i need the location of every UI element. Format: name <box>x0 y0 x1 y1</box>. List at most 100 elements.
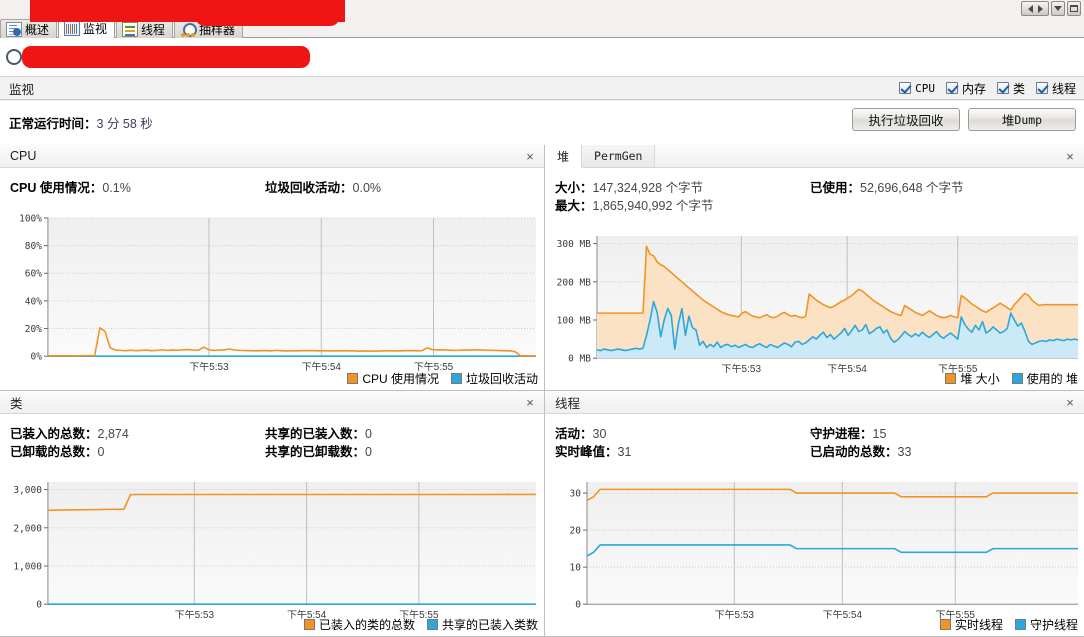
stat-classes-shared-unloaded-label: 共享的已卸载数： <box>265 445 366 459</box>
stat-classes-loaded-total-label: 已装入的总数： <box>10 427 98 441</box>
monitor-icon <box>64 21 81 36</box>
redaction-mark-title <box>22 46 310 68</box>
stat-threads-started-total-value: 33 <box>897 445 912 459</box>
svg-text:2,000: 2,000 <box>13 523 42 534</box>
chart-cpu: 0% 20% 40% 60% 80% 100% 下午5:53 下午5:54 下午5:55 CPU… <box>0 212 544 390</box>
svg-text:30: 30 <box>570 489 582 500</box>
svg-text:0: 0 <box>36 600 42 611</box>
maximize-button[interactable] <box>1067 1 1081 16</box>
checkbox-memory-label: 内存 <box>961 81 986 96</box>
checkbox-threads-box[interactable] <box>1035 82 1048 94</box>
legend-label-gc-activity: 垃圾回收活动 <box>465 372 538 386</box>
stat-gc-activity-label: 垃圾回收活动： <box>265 181 353 195</box>
stat-threads-started-total: 已启动的总数：33 <box>810 441 911 460</box>
stat-threads-live-label: 活动： <box>555 427 593 441</box>
svg-text:100%: 100% <box>19 213 42 224</box>
stat-heap-size-value: 147,324,928 个字节 <box>592 181 704 195</box>
stat-threads-peak: 实时峰值：31 <box>555 441 631 460</box>
overview-icon <box>6 21 22 37</box>
stat-threads-daemon-value: 15 <box>872 427 887 441</box>
panel-grid: CPU × CPU 使用情况：0.1% 垃圾回收活动：0.0% 0% 20% 40%… <box>0 145 1084 637</box>
checkbox-cpu-box[interactable] <box>899 82 912 94</box>
svg-text:下午5:53: 下午5:53 <box>715 608 755 621</box>
heap-dump-button[interactable]: 堆 Dump <box>968 108 1076 131</box>
perform-gc-button[interactable]: 执行垃圾回收 <box>852 108 960 131</box>
stat-classes-shared-loaded-label: 共享的已装入数： <box>265 427 366 441</box>
svg-text:下午5:54: 下午5:54 <box>823 608 863 621</box>
checkbox-threads[interactable]: 线程 <box>1035 80 1076 97</box>
panel-heap-close-icon[interactable]: × <box>1062 145 1078 167</box>
chart-cpu-legend: CPU 使用情况 垃圾回收活动 <box>347 370 538 387</box>
stat-gc-activity-value: 0.0% <box>352 181 382 195</box>
process-status-icon <box>6 49 22 65</box>
svg-text:20%: 20% <box>25 324 42 335</box>
stat-cpu-usage: CPU 使用情况：0.1% <box>10 177 131 196</box>
legend-item-classes-loaded: 已装入的类的总数 <box>303 616 415 633</box>
panel-heap-tab-heap[interactable]: 堆 <box>545 145 583 168</box>
heap-dump-label-cn: 堆 <box>1001 114 1015 128</box>
svg-text:40%: 40% <box>25 296 42 307</box>
monitor-section-label: 监视 <box>9 82 35 97</box>
scroll-left-icon[interactable] <box>1027 4 1033 13</box>
panel-heap-header: 堆 PermGen × <box>545 145 1084 168</box>
panel-threads-close-icon[interactable]: × <box>1062 391 1078 413</box>
chevron-down-icon <box>1054 6 1062 11</box>
panel-classes-close-icon[interactable]: × <box>522 391 538 413</box>
legend-swatch-orange <box>347 373 359 384</box>
legend-label-threads-live: 实时线程 <box>954 618 1003 632</box>
tab-controls <box>1021 1 1081 16</box>
checkbox-classes[interactable]: 类 <box>996 80 1025 97</box>
panel-heap-tab-permgen[interactable]: PermGen <box>582 145 656 167</box>
svg-text:200 MB: 200 MB <box>557 277 592 288</box>
checkbox-classes-box[interactable] <box>996 82 1009 94</box>
stat-threads-daemon-label: 守护进程： <box>810 427 873 441</box>
panel-threads: 线程 × 活动：30 守护进程：15 实时峰值：31 已启动的总数：33 0 10… <box>545 391 1084 637</box>
legend-item-gc-activity: 垃圾回收活动 <box>450 370 538 387</box>
checkbox-memory[interactable]: 内存 <box>945 80 986 97</box>
panel-classes-header: 类 × <box>0 391 544 414</box>
panel-threads-header: 线程 × <box>545 391 1084 414</box>
panel-heap-tab-permgen-label: PermGen <box>594 149 643 163</box>
legend-swatch-orange <box>945 373 957 384</box>
tab-monitor-label: 监视 <box>83 22 108 36</box>
legend-label-classes-shared: 共享的已装入类数 <box>441 618 538 632</box>
panel-threads-title: 线程 <box>555 396 581 411</box>
legend-item-threads-live: 实时线程 <box>939 616 1003 633</box>
legend-swatch-blue <box>1011 373 1023 384</box>
perform-gc-label: 执行垃圾回收 <box>868 114 944 128</box>
panel-heap-tab-heap-label: 堆 <box>557 149 570 164</box>
stat-heap-max-label: 最大： <box>555 199 593 213</box>
panel-cpu: CPU × CPU 使用情况：0.1% 垃圾回收活动：0.0% 0% 20% 40%… <box>0 145 545 391</box>
svg-text:下午5:53: 下午5:53 <box>189 360 229 373</box>
monitor-toolbar: 监视 CPU 内存 类 线程 <box>0 76 1084 100</box>
checkbox-cpu[interactable]: CPU <box>899 82 935 95</box>
stat-classes-loaded-total-value: 2,874 <box>97 427 129 441</box>
panel-cpu-close-icon[interactable]: × <box>522 145 538 167</box>
panel-classes: 类 × 已装入的总数：2,874 共享的已装入数：0 已卸载的总数：0 共享的已… <box>0 391 545 637</box>
stat-threads-daemon: 守护进程：15 <box>810 423 886 442</box>
chart-classes-legend: 已装入的类的总数 共享的已装入类数 <box>303 616 538 633</box>
maximize-icon <box>1070 5 1078 12</box>
legend-item-classes-shared: 共享的已装入类数 <box>426 616 538 633</box>
uptime-label: 正常运行时间： <box>9 117 97 131</box>
checkbox-memory-box[interactable] <box>945 82 958 94</box>
legend-swatch-blue <box>1014 619 1026 630</box>
chart-threads: 0 10 20 30 下午5:53 下午5:54 下午5:55 实时线程 守护线程 <box>545 476 1084 636</box>
stat-classes-unloaded-total-value: 0 <box>97 445 105 459</box>
legend-swatch-blue <box>450 373 462 384</box>
stat-cpu-usage-value: 0.1% <box>102 181 131 195</box>
tab-scroll-buttons[interactable] <box>1021 1 1049 16</box>
scroll-right-icon[interactable] <box>1037 4 1043 13</box>
panel-threads-stats: 活动：30 守护进程：15 实时峰值：31 已启动的总数：33 <box>545 414 1084 460</box>
stat-gc-activity: 垃圾回收活动：0.0% <box>265 177 381 196</box>
svg-text:10: 10 <box>570 563 582 574</box>
tab-list-dropdown-button[interactable] <box>1051 1 1065 16</box>
stat-heap-max: 最大：1,865,940,992 个字节 <box>555 195 713 214</box>
legend-label-classes-loaded: 已装入的类的总数 <box>318 618 415 632</box>
svg-text:0: 0 <box>575 600 581 611</box>
panel-cpu-stats: CPU 使用情况：0.1% 垃圾回收活动：0.0% <box>0 168 544 212</box>
svg-text:1,000: 1,000 <box>13 561 42 572</box>
svg-text:下午5:53: 下午5:53 <box>722 362 762 375</box>
redaction-mark-tabbar <box>195 0 340 26</box>
uptime-value: 3 分 58 秒 <box>96 117 153 131</box>
